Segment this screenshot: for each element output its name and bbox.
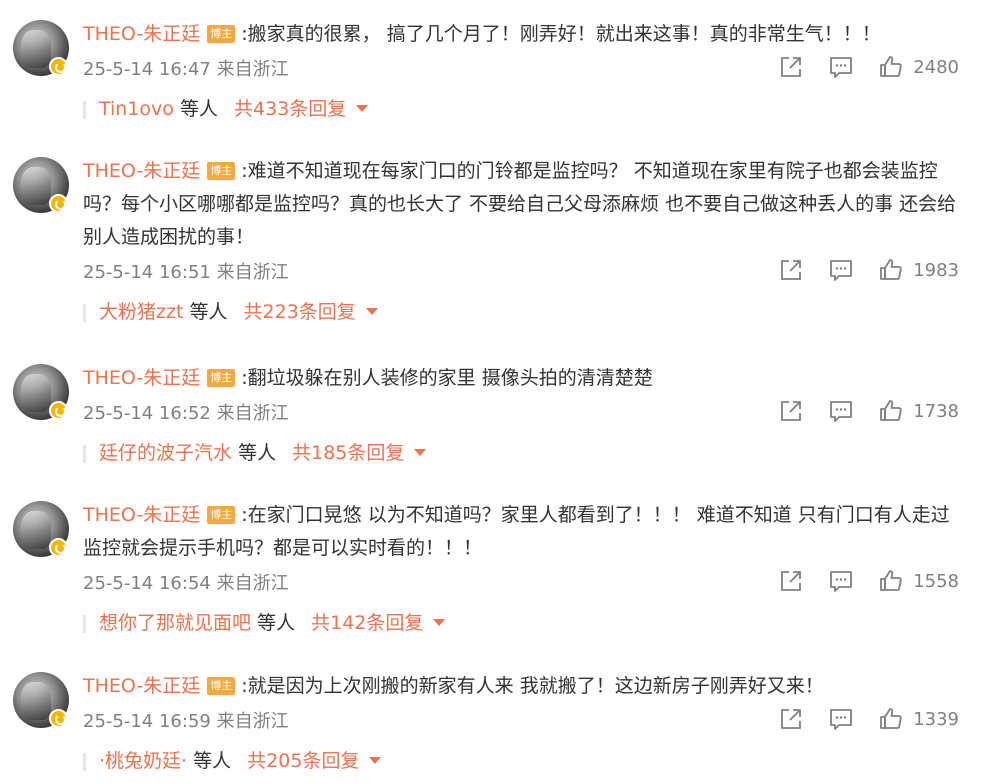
- reply-count-link[interactable]: 共223条回复: [244, 301, 356, 323]
- comment-text: THEO-朱正廷 博主:在家门口晃悠 以为不知道吗？家里人都看到了！！！ 难道不知…: [83, 499, 963, 565]
- comment-content: :就是因为上次刚搬的新家有人来 我就搬了！这边新房子刚弄好又来！: [241, 675, 824, 697]
- reply-suffix: 等人: [193, 750, 232, 772]
- share-icon: [781, 57, 802, 77]
- host-tag: 博主: [207, 506, 236, 524]
- reply-user[interactable]: ·桃兔奶廷·: [99, 750, 187, 772]
- verified-badge-icon: [49, 401, 68, 420]
- comment-icon: [830, 57, 853, 78]
- avatar[interactable]: [13, 157, 69, 213]
- like-button[interactable]: 1339: [879, 707, 959, 731]
- avatar[interactable]: [13, 672, 69, 728]
- host-tag: 博主: [207, 162, 236, 180]
- verified-badge-icon: [49, 194, 68, 213]
- comment-thread: { "colors": { "username": "#eb7350", "ho…: [0, 0, 982, 784]
- thumbs-up-icon: [880, 400, 902, 421]
- comment-time: 25-5-14 16:51 来自浙江: [83, 262, 289, 283]
- comment-text: THEO-朱正廷 博主 :搬家真的很累， 搞了几个月了！刚弄好！就出来这事！真的非常…: [83, 18, 963, 51]
- username[interactable]: THEO-朱正廷: [83, 23, 200, 45]
- comment-button[interactable]: [829, 707, 853, 731]
- chevron-down-icon[interactable]: [433, 619, 446, 626]
- username[interactable]: THEO-朱正廷: [83, 160, 200, 182]
- verified-badge-icon: [49, 709, 68, 728]
- comment-button[interactable]: [829, 399, 853, 423]
- avatar[interactable]: [13, 501, 69, 557]
- comment-content: :翻垃圾躲在别人装修的家里 摄像头拍的清清楚楚: [241, 367, 653, 389]
- share-button[interactable]: [779, 569, 803, 593]
- comment-time: 25-5-14 16:47 来自浙江: [83, 59, 289, 80]
- share-icon: [781, 571, 802, 591]
- reply-summary: 廷仔的波子汽水 等人 共185条回复: [83, 441, 963, 465]
- reply-count-link[interactable]: 共185条回复: [292, 442, 404, 464]
- share-icon: [781, 709, 802, 729]
- chevron-down-icon[interactable]: [365, 308, 378, 315]
- like-button[interactable]: 1738: [879, 399, 959, 423]
- host-tag: 博主: [207, 677, 236, 695]
- thumbs-up-icon: [880, 56, 902, 77]
- chevron-down-icon[interactable]: [356, 105, 369, 112]
- username[interactable]: THEO-朱正廷: [83, 504, 200, 526]
- comment-text: THEO-朱正廷 博主:难道不知道现在每家门口的门铃都是监控吗？ 不知道现在家里有…: [83, 155, 963, 254]
- share-button[interactable]: [779, 55, 803, 79]
- reply-summary: 想你了那就见面吧 等人 共142条回复: [83, 611, 963, 635]
- comment-time: 25-5-14 16:59 来自浙江: [83, 711, 289, 732]
- comment-button[interactable]: [829, 55, 853, 79]
- avatar[interactable]: [13, 364, 69, 420]
- share-icon: [781, 401, 802, 421]
- like-button[interactable]: 1983: [879, 258, 959, 282]
- reply-suffix: 等人: [257, 612, 296, 634]
- comment-time: 25-5-14 16:54 来自浙江: [83, 573, 289, 594]
- like-button[interactable]: 1558: [879, 569, 959, 593]
- reply-count-link[interactable]: 共142条回复: [311, 612, 423, 634]
- reply-suffix: 等人: [179, 98, 218, 120]
- host-tag: 博主: [207, 369, 236, 387]
- reply-user[interactable]: 廷仔的波子汽水: [99, 442, 232, 464]
- like-count: 1558: [913, 570, 959, 592]
- username[interactable]: THEO-朱正廷: [83, 675, 200, 697]
- like-count: 1738: [913, 400, 959, 422]
- like-count: 1983: [913, 259, 959, 281]
- like-button[interactable]: 2480: [879, 55, 959, 79]
- comment-content: :搬家真的很累， 搞了几个月了！刚弄好！就出来这事！真的非常生气！！！: [241, 23, 881, 45]
- comment-text: THEO-朱正廷 博主 :就是因为上次刚搬的新家有人来 我就搬了！这边新房子刚弄好又…: [83, 670, 963, 703]
- comment-time: 25-5-14 16:52 来自浙江: [83, 403, 289, 424]
- thumbs-up-icon: [880, 570, 902, 591]
- chevron-down-icon[interactable]: [414, 449, 427, 456]
- reply-suffix: 等人: [238, 442, 277, 464]
- comment-icon: [830, 709, 853, 730]
- reply-summary: 大粉猪zzt 等人 共223条回复: [83, 300, 963, 324]
- comment-button[interactable]: [829, 258, 853, 282]
- verified-badge-icon: [49, 57, 68, 76]
- thumbs-up-icon: [880, 708, 902, 729]
- comment-icon: [830, 401, 853, 422]
- avatar[interactable]: [13, 20, 69, 76]
- comment-icon: [830, 571, 853, 592]
- reply-count-link[interactable]: 共205条回复: [247, 750, 359, 772]
- host-tag: 博主: [207, 25, 236, 43]
- share-icon: [781, 260, 802, 280]
- comment-text: THEO-朱正廷 博主 :翻垃圾躲在别人装修的家里 摄像头拍的清清楚楚: [83, 362, 963, 395]
- reply-summary: ·桃兔奶廷· 等人 共205条回复: [83, 749, 963, 773]
- username[interactable]: THEO-朱正廷: [83, 367, 200, 389]
- verified-badge-icon: [49, 538, 68, 557]
- share-button[interactable]: [779, 707, 803, 731]
- like-count: 2480: [913, 56, 959, 78]
- reply-user[interactable]: Tin1ovo: [99, 98, 174, 120]
- reply-user[interactable]: 想你了那就见面吧: [99, 612, 251, 634]
- reply-count-link[interactable]: 共433条回复: [234, 98, 346, 120]
- comment-icon: [830, 260, 853, 281]
- share-button[interactable]: [779, 258, 803, 282]
- share-button[interactable]: [779, 399, 803, 423]
- comment-button[interactable]: [829, 569, 853, 593]
- reply-summary: Tin1ovo 等人 共433条回复: [83, 97, 963, 121]
- chevron-down-icon[interactable]: [369, 757, 382, 764]
- reply-suffix: 等人: [189, 301, 228, 323]
- like-count: 1339: [913, 708, 959, 730]
- thumbs-up-icon: [880, 259, 902, 280]
- reply-user[interactable]: 大粉猪zzt: [99, 301, 183, 323]
